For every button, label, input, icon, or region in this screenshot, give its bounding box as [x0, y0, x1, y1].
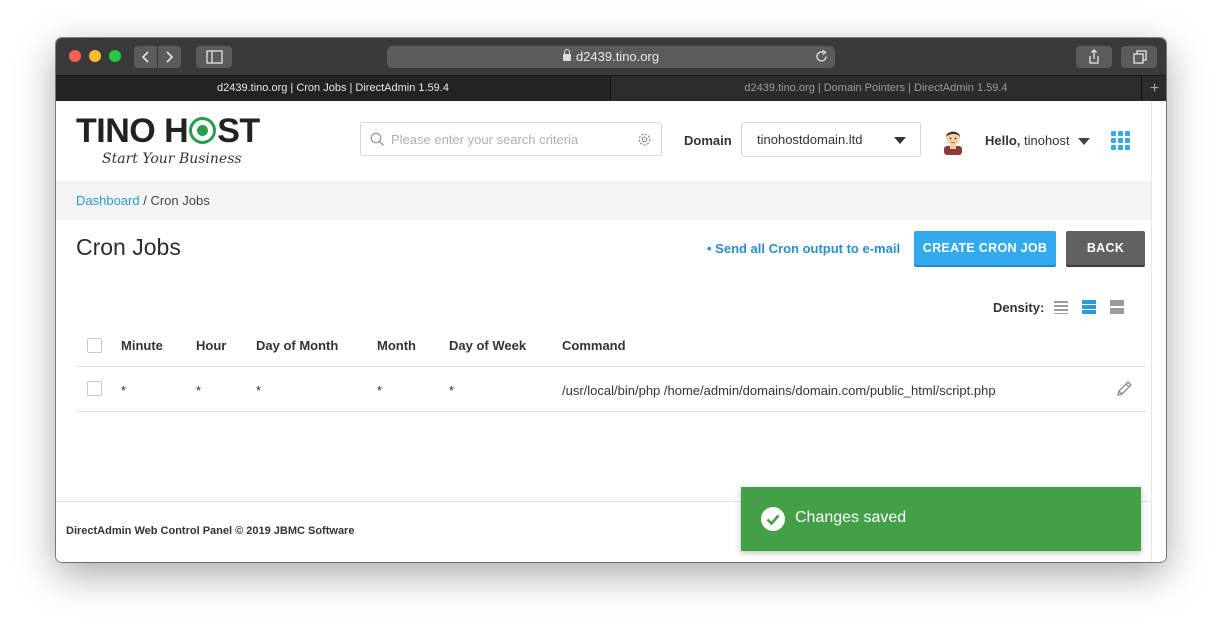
density-compact-icon[interactable]	[1054, 300, 1068, 314]
cell-day-of-week: *	[449, 383, 455, 398]
breadcrumb-separator: /	[139, 193, 151, 208]
close-window-button[interactable]	[69, 50, 81, 62]
breadcrumb-current: Cron Jobs	[150, 193, 210, 208]
column-header-day-of-month[interactable]: Day of Month	[256, 338, 338, 353]
cell-command: /usr/local/bin/php /home/admin/domains/d…	[562, 383, 996, 398]
row-checkbox[interactable]	[87, 381, 102, 396]
address-text: d2439.tino.org	[575, 49, 660, 64]
logo-wordmark: TINO H ST	[76, 112, 260, 150]
cell-hour: *	[196, 383, 202, 398]
back-button[interactable]: BACK	[1066, 231, 1145, 265]
tabs-overview-icon	[1133, 50, 1147, 64]
column-header-command[interactable]: Command	[562, 338, 626, 353]
column-header-day-of-week[interactable]: Day of Week	[449, 338, 526, 353]
check-circle-icon	[761, 507, 785, 531]
zoom-window-button[interactable]	[109, 50, 121, 62]
domain-select[interactable]: tinohostdomain.ltd	[741, 122, 921, 157]
page-title: Cron Jobs	[76, 234, 181, 260]
column-header-month[interactable]: Month	[377, 338, 416, 353]
cell-minute: *	[121, 383, 127, 398]
search-box	[360, 122, 662, 156]
density-medium-icon[interactable]	[1082, 300, 1096, 314]
sidebar-toggle-button[interactable]	[196, 46, 232, 68]
pencil-edit-icon[interactable]	[1114, 379, 1134, 399]
user-avatar[interactable]	[940, 127, 966, 155]
tab-domain-pointers[interactable]: d2439.tino.org | Domain Pointers | Direc…	[611, 76, 1141, 102]
page-scrollbar[interactable]	[1151, 101, 1166, 562]
tab-bar: d2439.tino.org | Cron Jobs | DirectAdmin…	[56, 75, 1166, 102]
gear-icon[interactable]	[637, 132, 652, 147]
minimize-window-button[interactable]	[89, 50, 101, 62]
new-tab-button[interactable]: +	[1141, 76, 1166, 102]
share-icon	[1089, 49, 1099, 64]
sidebar-icon	[206, 50, 223, 64]
cell-day-of-month: *	[256, 383, 262, 398]
page-content: TINO HST Start Your Business Domain tino…	[56, 101, 1151, 562]
site-header: TINO HST Start Your Business Domain tino…	[56, 101, 1151, 182]
back-nav-button[interactable]	[134, 46, 157, 68]
footer-copyright: DirectAdmin Web Control Panel © 2019 JBM…	[66, 525, 355, 537]
apps-grid-icon[interactable]	[1111, 131, 1131, 151]
select-all-checkbox[interactable]	[87, 338, 102, 353]
lock-icon	[562, 49, 571, 61]
show-tabs-button[interactable]	[1121, 46, 1157, 68]
address-bar[interactable]: d2439.tino.org	[387, 46, 835, 68]
browser-window: d2439.tino.org d2439.tino.org | Cron Job…	[56, 38, 1166, 562]
domain-select-value: tinohostdomain.ltd	[757, 132, 863, 147]
forward-nav-button[interactable]	[158, 46, 181, 68]
send-cron-output-link[interactable]: • Send all Cron output to e-mail	[707, 241, 900, 256]
tab-cron-jobs[interactable]: d2439.tino.org | Cron Jobs | DirectAdmin…	[56, 76, 611, 102]
user-menu-caret-icon[interactable]	[1078, 138, 1090, 145]
caret-down-icon	[894, 137, 906, 144]
table-header-row: Minute Hour Day of Month Month Day of We…	[76, 324, 1146, 367]
table-row[interactable]: * * * * * /usr/local/bin/php /home/admin…	[76, 367, 1146, 412]
search-icon	[370, 132, 384, 146]
reload-icon[interactable]	[814, 49, 829, 64]
chevron-right-icon	[166, 51, 174, 63]
logo-house-icon	[189, 117, 217, 144]
breadcrumb-dashboard-link[interactable]: Dashboard	[76, 193, 140, 208]
create-cron-job-button[interactable]: CREATE CRON JOB	[914, 231, 1056, 265]
search-input[interactable]	[391, 123, 631, 155]
browser-toolbar: d2439.tino.org	[56, 38, 1166, 75]
breadcrumb-trail: Dashboard / Cron Jobs	[76, 193, 210, 208]
domain-label: Domain	[684, 133, 732, 148]
chevron-left-icon	[141, 51, 149, 63]
user-greeting[interactable]: Hello, tinohost	[985, 133, 1070, 148]
username: tinohost	[1024, 133, 1070, 148]
tinohost-logo[interactable]: TINO H ST Start Your Business	[76, 113, 266, 169]
column-header-minute[interactable]: Minute	[121, 338, 163, 353]
density-label: Density:	[993, 300, 1045, 315]
cell-month: *	[377, 383, 383, 398]
toast-message: Changes saved	[795, 509, 907, 526]
density-comfortable-icon[interactable]	[1110, 300, 1124, 314]
breadcrumb: Dashboard / Cron Jobs	[56, 181, 1151, 220]
success-toast[interactable]: Changes saved	[741, 487, 1141, 551]
logo-tagline: Start Your Business	[102, 151, 242, 167]
column-header-hour[interactable]: Hour	[196, 338, 226, 353]
share-button[interactable]	[1076, 46, 1112, 68]
